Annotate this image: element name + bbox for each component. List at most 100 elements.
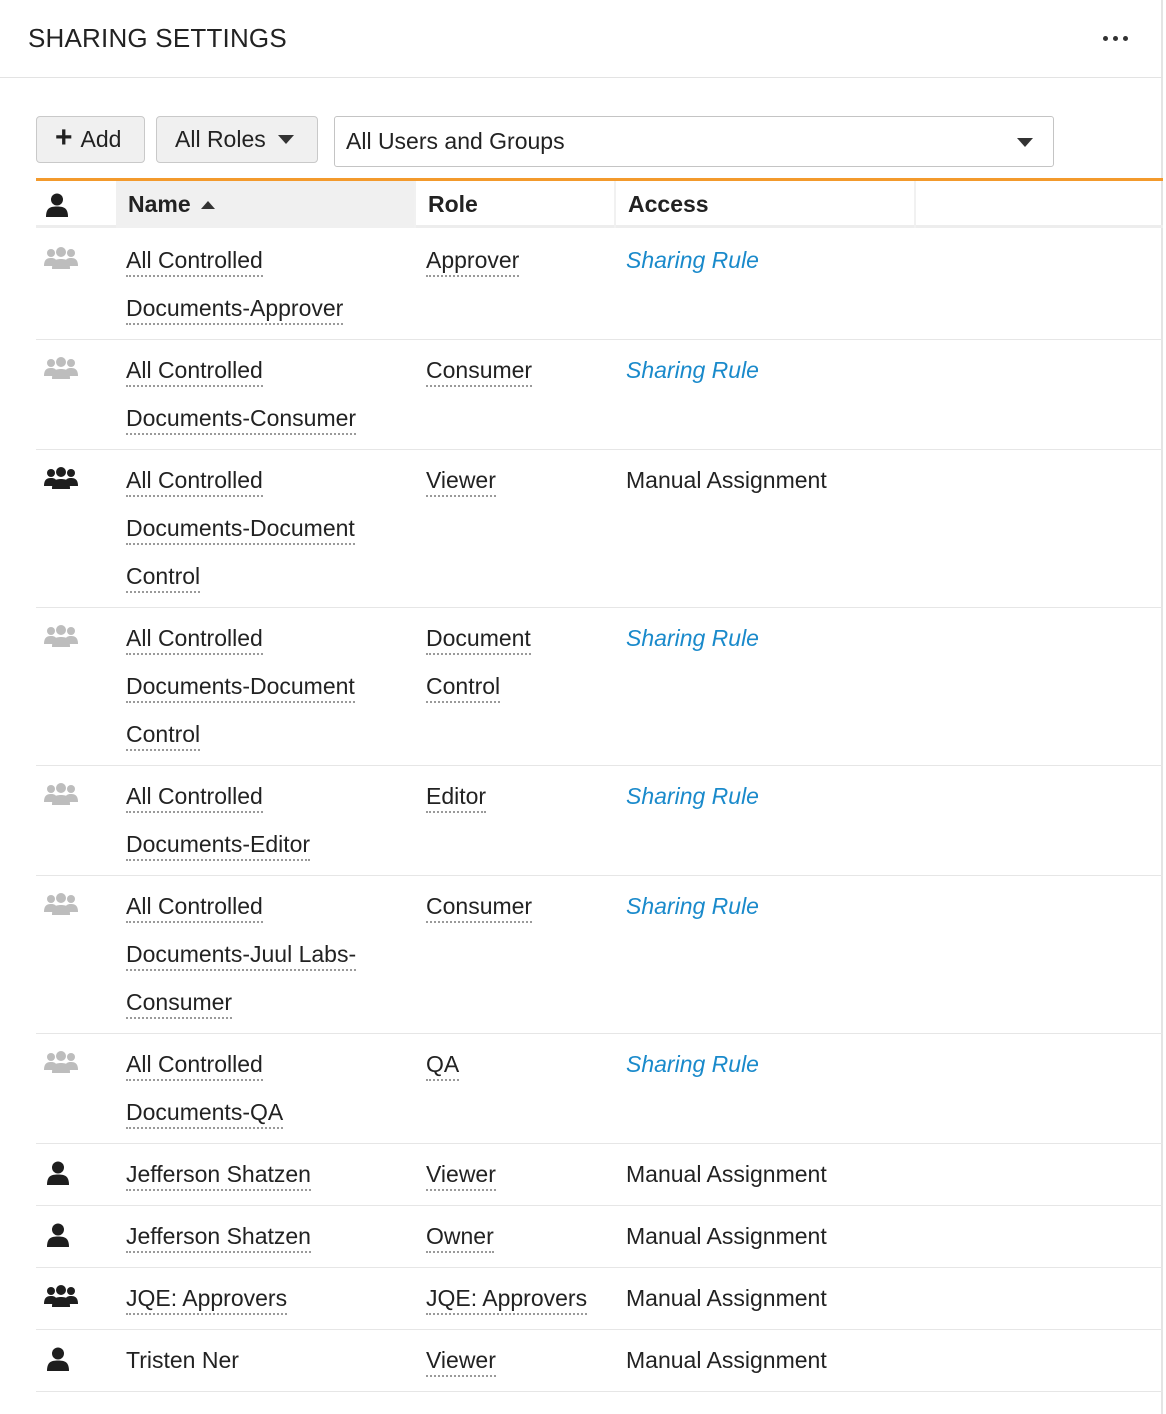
access-cell: Sharing Rule: [626, 236, 926, 284]
plus-icon: +: [55, 121, 73, 154]
name-link[interactable]: Documents-Document: [126, 673, 355, 703]
access-cell: Sharing Rule: [626, 346, 926, 394]
role-link[interactable]: JQE: Approvers: [426, 1285, 588, 1315]
name-link[interactable]: All Controlled: [126, 783, 263, 813]
name-link[interactable]: All Controlled: [126, 357, 263, 387]
caret-down-icon: [1017, 138, 1033, 147]
table-row[interactable]: Jefferson Shatzen Viewer Manual Assignment: [36, 1144, 1163, 1206]
name-link[interactable]: Jefferson Shatzen: [126, 1223, 311, 1253]
sharing-settings-panel: SHARING SETTINGS + Add All Roles All Use…: [0, 0, 1163, 1414]
table-row[interactable]: All Controlled Documents-Approver Approver…: [36, 230, 1163, 340]
role-link[interactable]: Viewer: [426, 467, 496, 497]
name-cell: All Controlled Documents-Document Control: [126, 614, 386, 758]
name-link[interactable]: Documents-Juul Labs-: [126, 941, 357, 971]
name-link[interactable]: Documents-Editor: [126, 831, 311, 861]
group-icon: [44, 247, 78, 273]
person-icon: [47, 1223, 81, 1249]
role-link[interactable]: Document: [426, 625, 531, 655]
name-link[interactable]: All Controlled: [126, 625, 263, 655]
name-link[interactable]: Consumer: [126, 989, 233, 1019]
roles-dropdown-label: All Roles: [175, 126, 266, 152]
name-cell: All Controlled Documents-Approver: [126, 236, 386, 332]
name-cell: Jefferson Shatzen: [126, 1150, 386, 1198]
name-cell: All Controlled Documents-Juul Labs- Consum…: [126, 882, 386, 1026]
all-roles-dropdown[interactable]: All Roles: [156, 116, 318, 163]
table-row[interactable]: JQE: Approvers JQE: Approvers Manual Assig…: [36, 1268, 1163, 1330]
name-link[interactable]: All Controlled: [126, 893, 263, 923]
name-cell: All Controlled Documents-Document Control: [126, 456, 386, 600]
table-row[interactable]: All Controlled Documents-Consumer Consumer…: [36, 340, 1163, 450]
name-link[interactable]: Control: [126, 721, 201, 751]
access-text: Manual Assignment: [626, 1347, 827, 1373]
table-row[interactable]: All Controlled Documents-Document Control V…: [36, 450, 1163, 608]
name-link[interactable]: Tristen Ner: [126, 1347, 239, 1373]
access-text: Manual Assignment: [626, 467, 827, 493]
role-link[interactable]: Approver: [426, 247, 520, 277]
page-title: SHARING SETTINGS: [28, 23, 287, 53]
name-link[interactable]: Documents-Approver: [126, 295, 344, 325]
access-cell: Manual Assignment: [626, 1336, 926, 1384]
group-icon: [44, 467, 78, 493]
sharing-rule-link[interactable]: Sharing Rule: [626, 625, 759, 651]
group-icon: [44, 1051, 78, 1077]
table-row[interactable]: Jefferson Shatzen Owner Manual Assignment: [36, 1206, 1163, 1268]
sharing-rule-link[interactable]: Sharing Rule: [626, 247, 759, 273]
role-cell: Viewer: [426, 1336, 616, 1384]
access-cell: Sharing Rule: [626, 772, 926, 820]
access-text: Manual Assignment: [626, 1161, 827, 1187]
role-link[interactable]: Consumer: [426, 357, 533, 387]
sharing-rule-link[interactable]: Sharing Rule: [626, 1051, 759, 1077]
name-link[interactable]: Documents-QA: [126, 1099, 284, 1129]
column-header-role[interactable]: Role: [416, 181, 616, 228]
role-link[interactable]: Viewer: [426, 1161, 496, 1191]
name-link[interactable]: All Controlled: [126, 467, 263, 497]
group-icon: [44, 357, 78, 383]
role-cell: Approver: [426, 236, 616, 284]
name-link[interactable]: All Controlled: [126, 247, 263, 277]
table-row[interactable]: All Controlled Documents-Juul Labs- Consum…: [36, 876, 1163, 1034]
add-button-label: Add: [80, 126, 122, 152]
role-link[interactable]: Owner: [426, 1223, 494, 1253]
role-cell: Owner: [426, 1212, 616, 1260]
users-groups-select-value: All Users and Groups: [346, 128, 565, 154]
table-row[interactable]: All Controlled Documents-Editor Editor Shar…: [36, 766, 1163, 876]
sort-ascending-icon: [200, 200, 215, 209]
column-header-name[interactable]: Name: [116, 181, 416, 228]
ellipsis-icon[interactable]: [1098, 28, 1132, 48]
role-cell: QA: [426, 1040, 616, 1088]
name-link[interactable]: Documents-Document: [126, 515, 355, 545]
role-cell: Editor: [426, 772, 616, 820]
name-cell: Jefferson Shatzen: [126, 1212, 386, 1260]
access-cell: Sharing Rule: [626, 882, 926, 930]
name-link[interactable]: All Controlled: [126, 1051, 263, 1081]
table-row[interactable]: Tristen Ner Viewer Manual Assignment: [36, 1330, 1163, 1392]
group-icon: [44, 783, 78, 809]
table-row[interactable]: All Controlled Documents-Document Control D…: [36, 608, 1163, 766]
column-header-access[interactable]: Access: [616, 181, 916, 228]
name-link[interactable]: Jefferson Shatzen: [126, 1161, 311, 1191]
name-cell: JQE: Approvers: [126, 1274, 386, 1322]
sharing-rule-link[interactable]: Sharing Rule: [626, 357, 759, 383]
role-link[interactable]: Viewer: [426, 1347, 496, 1377]
role-link[interactable]: Control: [426, 673, 501, 703]
role-link[interactable]: QA: [426, 1051, 460, 1081]
column-header-type[interactable]: [36, 181, 116, 228]
role-cell: JQE: Approvers: [426, 1274, 616, 1322]
person-icon: [47, 1161, 81, 1187]
role-link[interactable]: Consumer: [426, 893, 533, 923]
sharing-rule-link[interactable]: Sharing Rule: [626, 783, 759, 809]
name-link[interactable]: Control: [126, 563, 201, 593]
access-cell: Sharing Rule: [626, 1040, 926, 1088]
name-link[interactable]: JQE: Approvers: [126, 1285, 288, 1315]
table-row[interactable]: All Controlled Documents-QA QA Sharing Rule: [36, 1034, 1163, 1144]
access-cell: Manual Assignment: [626, 1212, 926, 1260]
add-button[interactable]: + Add: [36, 116, 145, 163]
sharing-rule-link[interactable]: Sharing Rule: [626, 893, 759, 919]
role-cell: Viewer: [426, 456, 616, 504]
name-link[interactable]: Documents-Consumer: [126, 405, 357, 435]
caret-down-icon: [277, 135, 294, 144]
access-text: Manual Assignment: [626, 1285, 827, 1311]
users-groups-select[interactable]: All Users and Groups: [334, 116, 1054, 167]
role-cell: Document Control: [426, 614, 616, 710]
role-link[interactable]: Editor: [426, 783, 487, 813]
